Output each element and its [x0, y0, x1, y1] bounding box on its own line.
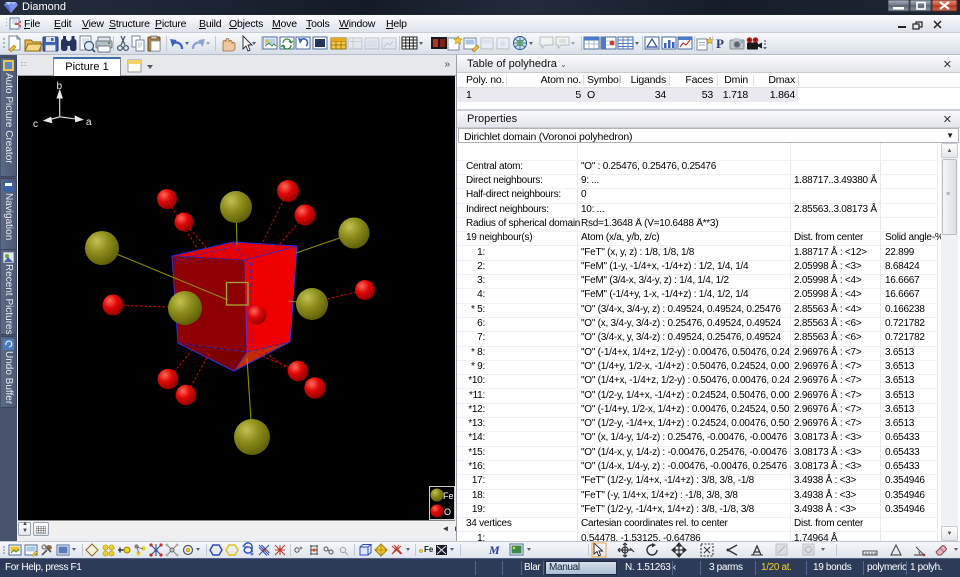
svg-text:b: b: [57, 81, 63, 92]
svg-text:Fe: Fe: [443, 491, 454, 501]
svg-text:P: P: [716, 36, 724, 51]
svg-text:c: c: [33, 119, 38, 130]
svg-text:a: a: [86, 117, 92, 128]
svg-text:M: M: [488, 543, 500, 557]
svg-text:O: O: [444, 507, 451, 517]
svg-text:Fe: Fe: [424, 545, 434, 554]
